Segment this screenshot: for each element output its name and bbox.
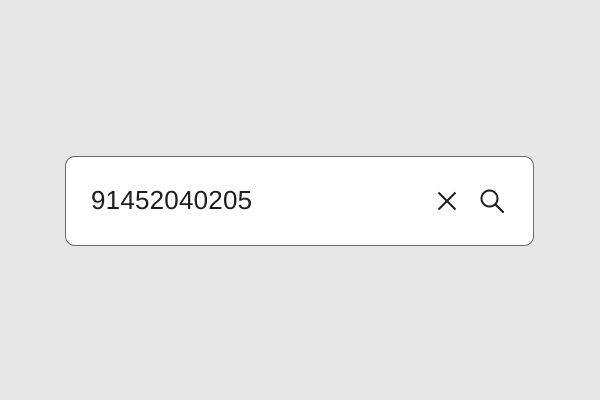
search-input[interactable]: 91452040205 <box>91 157 252 244</box>
clear-button[interactable] <box>432 186 462 216</box>
search-button[interactable] <box>477 186 507 216</box>
close-icon <box>435 189 459 213</box>
search-box[interactable]: 91452040205 <box>65 156 534 246</box>
search-icon <box>479 188 505 214</box>
